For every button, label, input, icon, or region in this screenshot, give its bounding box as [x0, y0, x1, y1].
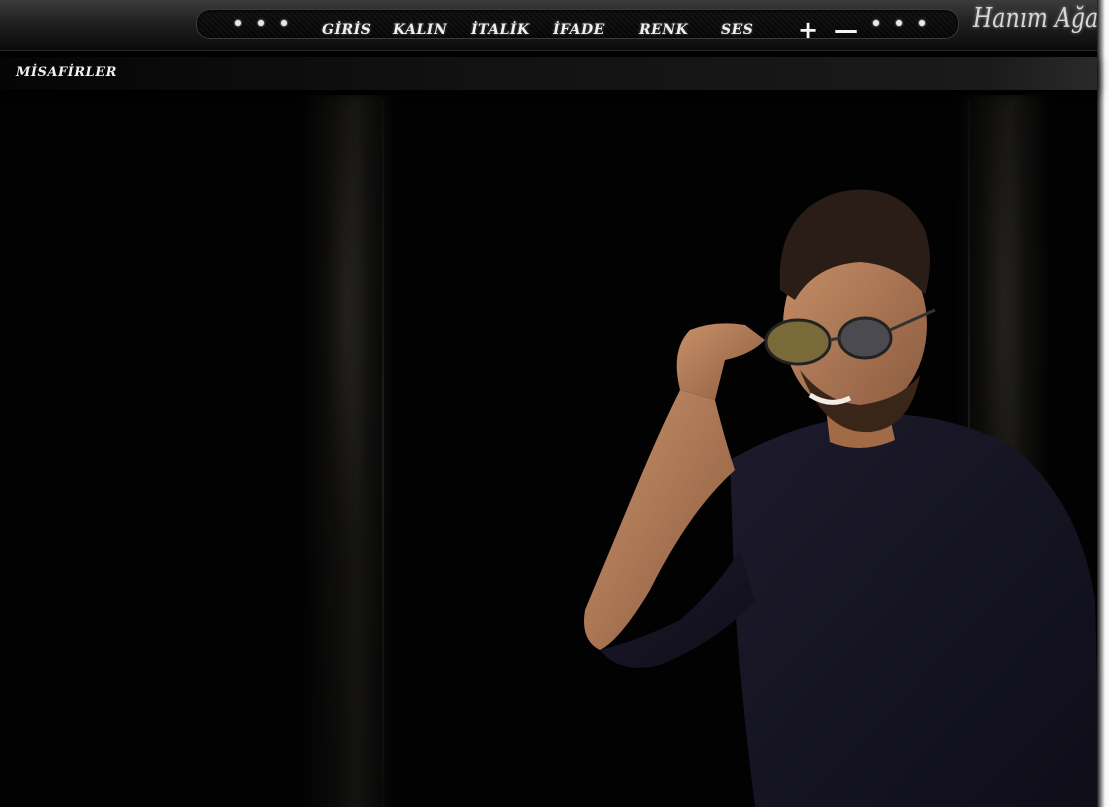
- dot-icon: [896, 20, 902, 26]
- dot-icon: [235, 20, 241, 26]
- menu-item-italic[interactable]: İTALİK: [471, 22, 530, 38]
- menu-item-sound[interactable]: SES: [721, 22, 753, 38]
- chat-window: GİRİS KALIN İTALİK İFADE RENK SES + — Ha…: [0, 0, 1110, 807]
- menu-item-color[interactable]: RENK: [639, 22, 688, 38]
- dot-icon: [258, 20, 264, 26]
- menu-item-giris[interactable]: GİRİS: [322, 22, 371, 38]
- background-figure: [584, 189, 1100, 807]
- guests-title: MİSAFİRLER: [16, 65, 117, 80]
- menu-item-emoji[interactable]: İFADE: [553, 22, 605, 38]
- background-pillar-left: [300, 95, 395, 807]
- dot-icon: [873, 20, 879, 26]
- plus-icon[interactable]: +: [798, 16, 818, 44]
- pillar-edge-left: [382, 100, 384, 807]
- window-edge: [1097, 0, 1110, 807]
- menu-pill: GİRİS KALIN İTALİK İFADE RENK SES + —: [196, 9, 959, 44]
- dots-right: [873, 20, 925, 26]
- top-toolbar: GİRİS KALIN İTALİK İFADE RENK SES + — Ha…: [0, 0, 1099, 51]
- dot-icon: [919, 20, 925, 26]
- minus-icon[interactable]: —: [834, 16, 858, 44]
- dot-icon: [281, 20, 287, 26]
- menu-item-bold[interactable]: KALIN: [393, 22, 447, 38]
- site-logo: Hanım Ağa: [973, 3, 1099, 34]
- dots-left: [235, 20, 287, 26]
- guests-panel-header[interactable]: MİSAFİRLER: [0, 57, 1097, 90]
